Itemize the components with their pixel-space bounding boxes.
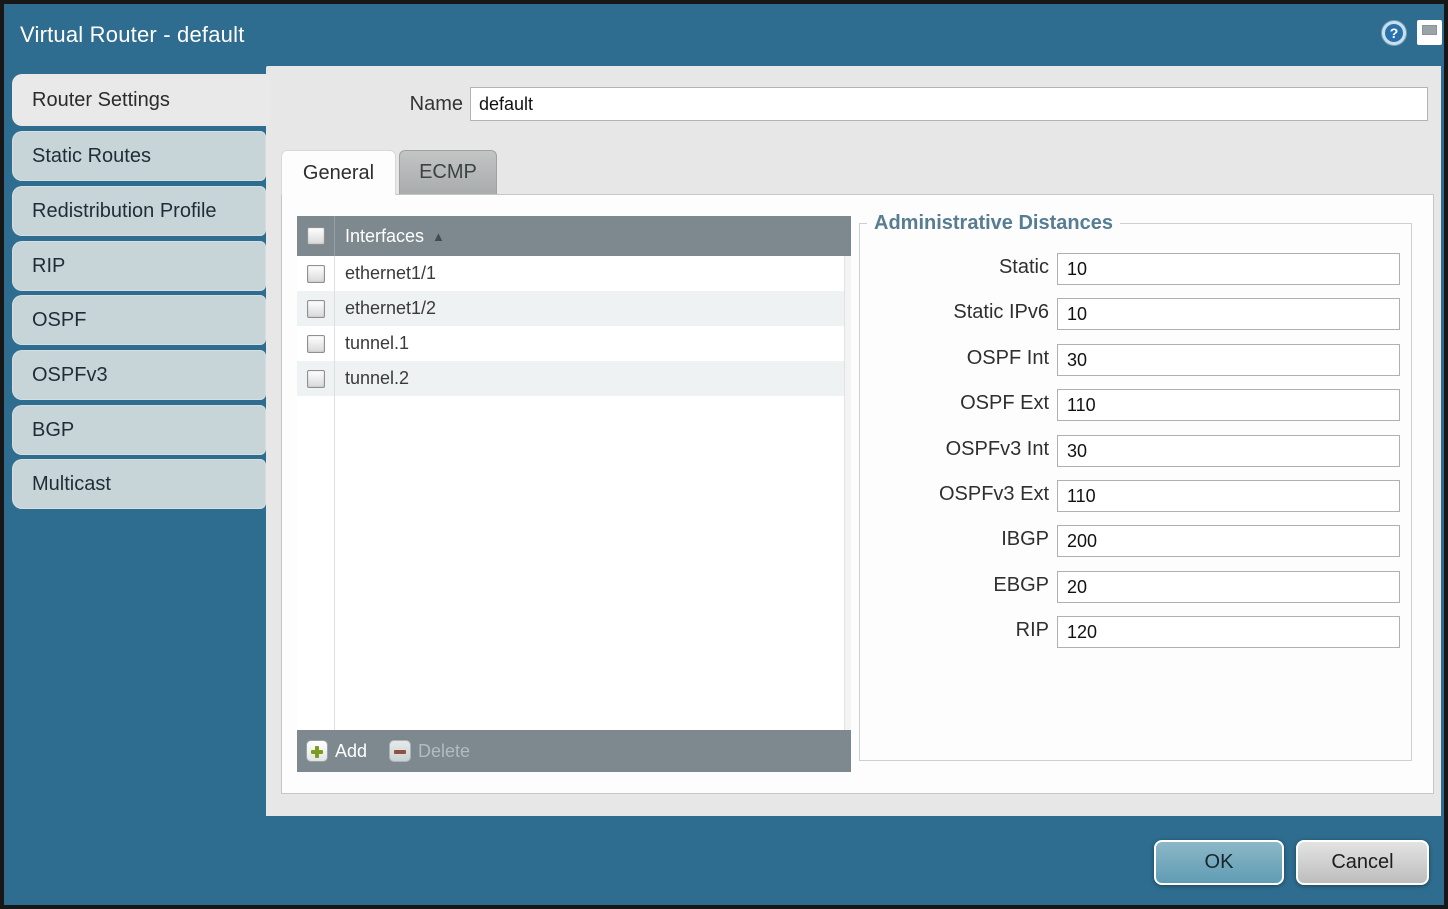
delete-button-label: Delete <box>418 741 470 762</box>
administrative-distances-title: Administrative Distances <box>867 212 1120 235</box>
interfaces-table-header: Interfaces ▲ <box>297 216 851 256</box>
table-row-tunnel-2[interactable]: tunnel.2 <box>297 361 851 396</box>
help-icon[interactable]: ? <box>1382 21 1406 45</box>
ospf-int-label: OSPF Int <box>859 347 1049 370</box>
minus-icon <box>389 740 411 762</box>
body-column-divider <box>334 256 335 730</box>
select-all-checkbox[interactable] <box>307 227 325 245</box>
static-label: Static <box>859 256 1049 279</box>
interfaces-column-header[interactable]: Interfaces <box>345 226 424 247</box>
table-row-ethernet1-2[interactable]: ethernet1/2 <box>297 291 851 326</box>
row-checkbox[interactable] <box>307 265 325 283</box>
header-column-divider <box>334 216 335 256</box>
select-all-cell <box>297 227 335 245</box>
ospfv3-int-input[interactable] <box>1057 435 1400 467</box>
table-row-ethernet1-1[interactable]: ethernet1/1 <box>297 256 851 291</box>
ospf-ext-input[interactable] <box>1057 389 1400 421</box>
sidebar-item-rip[interactable]: RIP <box>12 241 266 291</box>
sidebar-item-router-settings[interactable]: Router Settings <box>12 74 270 126</box>
sidebar-item-multicast[interactable]: Multicast <box>12 459 266 509</box>
tab-general[interactable]: General <box>281 150 396 195</box>
minimize-restore-icon[interactable] <box>1417 20 1442 45</box>
row-checkbox[interactable] <box>307 370 325 388</box>
static-input[interactable] <box>1057 253 1400 285</box>
static-ipv6-label: Static IPv6 <box>859 301 1049 324</box>
ok-button[interactable]: OK <box>1154 840 1284 885</box>
interface-name: ethernet1/2 <box>345 298 436 319</box>
sidebar-item-bgp[interactable]: BGP <box>12 405 266 455</box>
row-checkbox[interactable] <box>307 300 325 318</box>
static-ipv6-input[interactable] <box>1057 298 1400 330</box>
delete-button[interactable]: Delete <box>389 740 470 762</box>
ebgp-input[interactable] <box>1057 571 1400 603</box>
interface-name: tunnel.2 <box>345 368 409 389</box>
add-button-label: Add <box>335 741 367 762</box>
ebgp-label: EBGP <box>859 574 1049 597</box>
rip-label: RIP <box>859 619 1049 642</box>
checkbox-cell <box>297 335 335 353</box>
ospf-int-input[interactable] <box>1057 344 1400 376</box>
ospfv3-ext-label: OSPFv3 Ext <box>859 483 1049 506</box>
table-row-tunnel-1[interactable]: tunnel.1 <box>297 326 851 361</box>
add-button[interactable]: Add <box>306 740 367 762</box>
ibgp-input[interactable] <box>1057 525 1400 557</box>
rip-input[interactable] <box>1057 616 1400 648</box>
sidebar-item-redistribution-profile[interactable]: Redistribution Profile <box>12 186 266 236</box>
row-checkbox[interactable] <box>307 335 325 353</box>
interface-name: tunnel.1 <box>345 333 409 354</box>
tab-ecmp[interactable]: ECMP <box>399 150 497 194</box>
sort-ascending-icon[interactable]: ▲ <box>432 229 445 244</box>
name-label: Name <box>373 93 463 116</box>
minimize-restore-glyph <box>1422 25 1437 35</box>
checkbox-cell <box>297 300 335 318</box>
cancel-button[interactable]: Cancel <box>1296 840 1429 885</box>
plus-icon <box>306 740 328 762</box>
sidebar-item-ospf[interactable]: OSPF <box>12 295 266 345</box>
name-input[interactable] <box>470 87 1428 121</box>
dialog-surface: Virtual Router - default ? Router Settin… <box>4 4 1444 905</box>
dialog-title: Virtual Router - default <box>20 22 245 48</box>
checkbox-cell <box>297 370 335 388</box>
sidebar-item-static-routes[interactable]: Static Routes <box>12 131 266 181</box>
interface-name: ethernet1/1 <box>345 263 436 284</box>
checkbox-cell <box>297 265 335 283</box>
interfaces-table-body: ethernet1/1 ethernet1/2 tunnel.1 tunnel.… <box>297 256 851 730</box>
table-scrollbar[interactable] <box>844 256 851 730</box>
ospfv3-int-label: OSPFv3 Int <box>859 438 1049 461</box>
ospfv3-ext-input[interactable] <box>1057 480 1400 512</box>
interfaces-table-footer: Add Delete <box>297 730 851 772</box>
sidebar-item-ospfv3[interactable]: OSPFv3 <box>12 350 266 400</box>
virtual-router-dialog: Virtual Router - default ? Router Settin… <box>0 0 1448 909</box>
ospf-ext-label: OSPF Ext <box>859 392 1049 415</box>
ibgp-label: IBGP <box>859 528 1049 551</box>
